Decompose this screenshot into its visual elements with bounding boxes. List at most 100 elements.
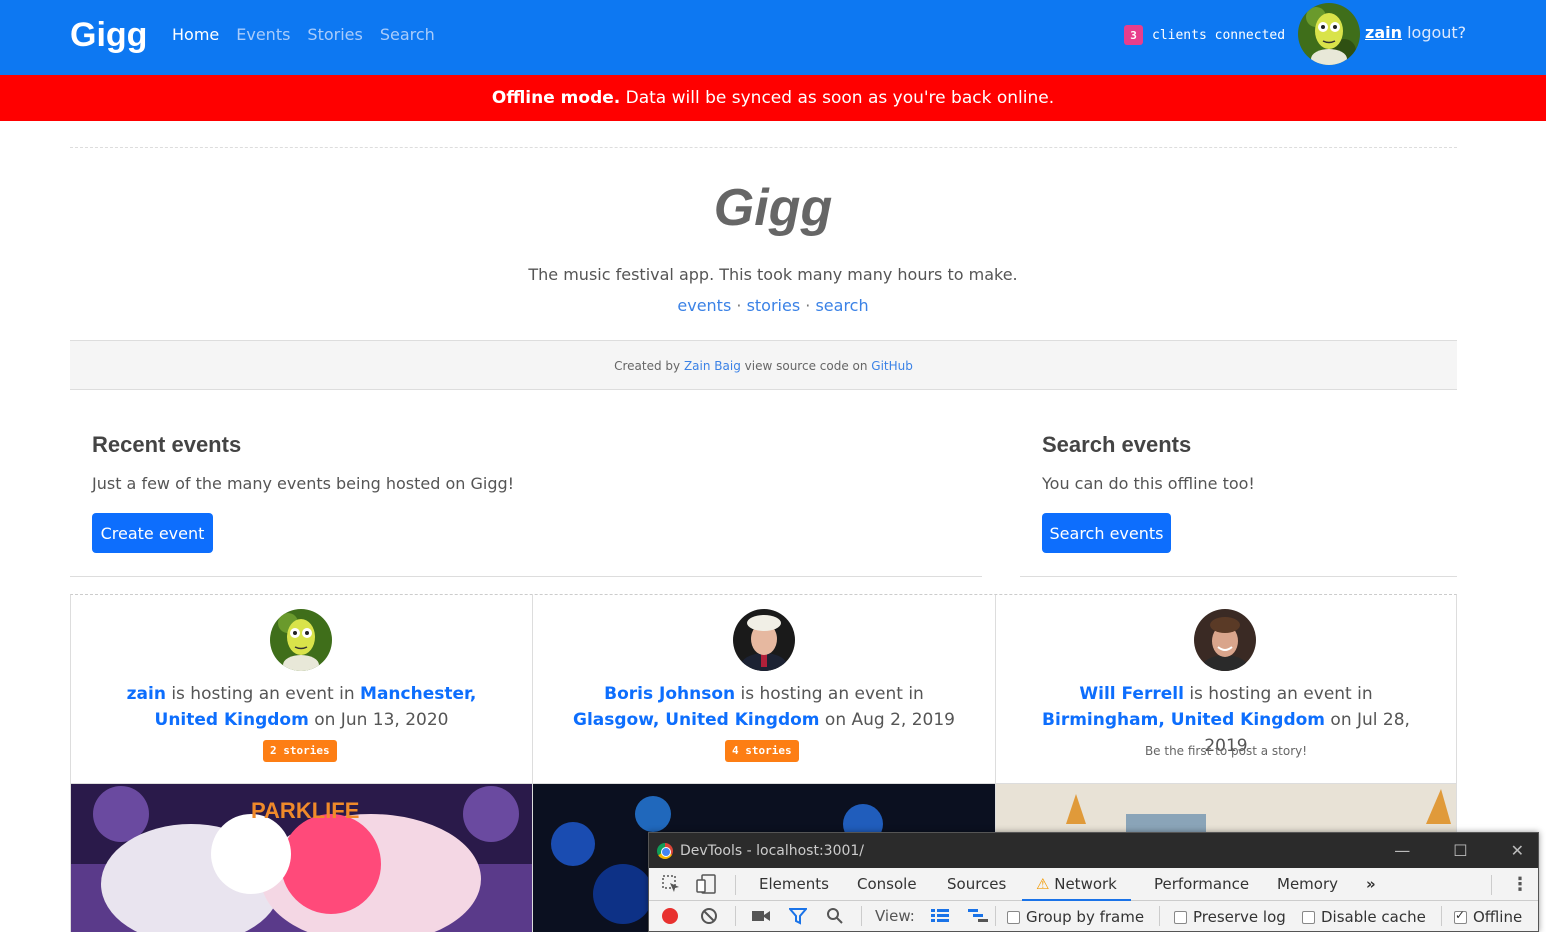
nav-links: Home Events Stories Search [172,25,435,44]
tab-memory[interactable]: Memory [1277,868,1338,901]
preserve-log-label: Preserve log [1193,908,1286,926]
logout-link[interactable]: logout? [1407,23,1466,42]
tab-elements[interactable]: Elements [759,868,829,901]
tab-console[interactable]: Console [857,868,917,901]
nav-link-home[interactable]: Home [172,25,219,44]
devtools-window[interactable]: DevTools - localhost:3001/ — ☐ ✕ Element… [648,832,1539,932]
event-card[interactable]: zain is hosting an event in Manchester, … [71,595,533,932]
hosting-text: is hosting an event in [1183,684,1373,704]
offline-checkbox[interactable]: Offline [1454,908,1522,926]
tab-network-label: Network [1054,875,1117,893]
toolbar-separator [1159,906,1160,926]
event-description: zain is hosting an event in Manchester, … [101,681,502,733]
recent-events-description: Just a few of the many events being host… [92,474,515,493]
large-rows-icon[interactable] [930,901,950,931]
more-tabs-icon[interactable]: » [1366,868,1376,901]
event-image[interactable]: PARKLIFE [71,783,532,932]
recent-events-divider [70,576,982,577]
clients-label: clients connected [1152,27,1286,43]
hero-link-search[interactable]: search [815,296,868,315]
event-date: on Jun 13, 2020 [308,710,449,730]
checkbox-box[interactable] [1174,910,1187,924]
search-events-section: Search events You can do this offline to… [1042,432,1442,493]
toolbar-separator [1491,875,1492,895]
credit-middle: view source code on [744,359,868,373]
disable-cache-checkbox[interactable]: Disable cache [1302,908,1426,926]
checkbox-box[interactable] [1007,910,1020,924]
tab-sources[interactable]: Sources [947,868,1006,901]
nav-link-stories[interactable]: Stories [307,25,362,44]
devtools-tabs: Elements Console Sources ⚠ Network Perfo… [649,868,1538,901]
hero-link-events[interactable]: events [677,296,731,315]
recent-events-heading: Recent events [92,432,242,457]
clients-count-badge: 3 [1124,25,1143,45]
search-events-button[interactable]: Search events [1042,513,1171,553]
toolbar-separator [861,906,862,926]
checkbox-box[interactable] [1302,910,1315,924]
credit-author-link[interactable]: Zain Baig [684,359,741,373]
page-title: Gigg [713,179,833,237]
network-toolbar: View: Group by frame Preserve log Disabl… [649,901,1538,931]
filter-icon[interactable] [789,901,807,931]
preserve-log-checkbox[interactable]: Preserve log [1174,908,1286,926]
offline-banner-text: Data will be synced as soon as you're ba… [620,88,1055,108]
host-link[interactable]: zain [127,684,166,704]
create-event-button[interactable]: Create event [92,513,213,553]
hero-subtitle: The music festival app. This took many m… [528,265,1018,284]
kebab-menu-icon[interactable]: ⋮ [1511,868,1529,900]
close-icon[interactable]: ✕ [1511,841,1524,860]
toolbar-separator [735,875,736,895]
group-by-frame-checkbox[interactable]: Group by frame [1007,908,1144,926]
hosting-text: is hosting an event in [165,684,361,704]
location-link[interactable]: Birmingham, United Kingdom [1042,710,1325,730]
hosting-text: is hosting an event in [735,684,924,704]
disable-cache-label: Disable cache [1321,908,1426,926]
host-avatar[interactable] [733,609,795,671]
search-events-description: You can do this offline too! [1042,474,1255,493]
credit-prefix: Created by [614,359,681,373]
nav-link-search[interactable]: Search [380,25,435,44]
event-description: Boris Johnson is hosting an event in Gla… [563,681,965,733]
no-stories-text: Be the first to post a story! [1144,744,1308,758]
location-link[interactable]: Glasgow, United Kingdom [573,710,820,730]
record-icon[interactable] [661,901,679,931]
stories-badge[interactable]: 2 stories [263,740,337,762]
toolbar-separator [735,906,736,926]
username-link[interactable]: zain [1365,23,1402,42]
recent-events-section: Recent events Just a few of the many eve… [92,432,952,493]
hero-links: events · stories · search [0,296,1546,315]
clear-icon[interactable] [700,901,718,931]
hero-link-separator: · [736,296,742,315]
warning-icon: ⚠ [1036,875,1050,893]
host-avatar[interactable] [1194,609,1256,671]
brand-logo[interactable]: Gigg [70,16,147,55]
inspect-element-icon[interactable] [661,868,681,900]
hero-link-stories[interactable]: stories [747,296,801,315]
user-avatar[interactable] [1298,3,1360,65]
hero-divider [70,147,1457,148]
navbar: Gigg Home Events Stories Search 3 client… [0,0,1546,75]
hero-link-separator: · [805,296,811,315]
minimize-icon[interactable]: — [1394,841,1410,860]
search-icon[interactable] [826,901,844,931]
clients-connected: 3 clients connected [1124,25,1285,45]
maximize-icon[interactable]: ☐ [1453,841,1467,860]
waterfall-icon[interactable] [967,901,989,931]
chrome-icon [657,842,673,859]
parklife-sign: PARKLIFE [251,798,359,823]
tab-network[interactable]: ⚠ Network [1022,868,1131,901]
screenshot-camera-icon[interactable] [751,901,771,931]
search-events-divider [1020,576,1457,577]
tab-performance[interactable]: Performance [1154,868,1249,901]
checkbox-box[interactable] [1454,908,1467,924]
nav-link-events[interactable]: Events [236,25,290,44]
offline-banner: Offline mode. Data will be synced as soo… [0,75,1546,121]
nav-user: zain logout? [1365,23,1466,42]
host-link[interactable]: Boris Johnson [604,684,735,704]
device-toolbar-icon[interactable] [696,868,718,900]
host-link[interactable]: Will Ferrell [1079,684,1184,704]
host-avatar[interactable] [270,609,332,671]
devtools-titlebar[interactable]: DevTools - localhost:3001/ — ☐ ✕ [649,833,1538,868]
github-link[interactable]: GitHub [871,359,913,373]
stories-badge[interactable]: 4 stories [725,740,799,762]
